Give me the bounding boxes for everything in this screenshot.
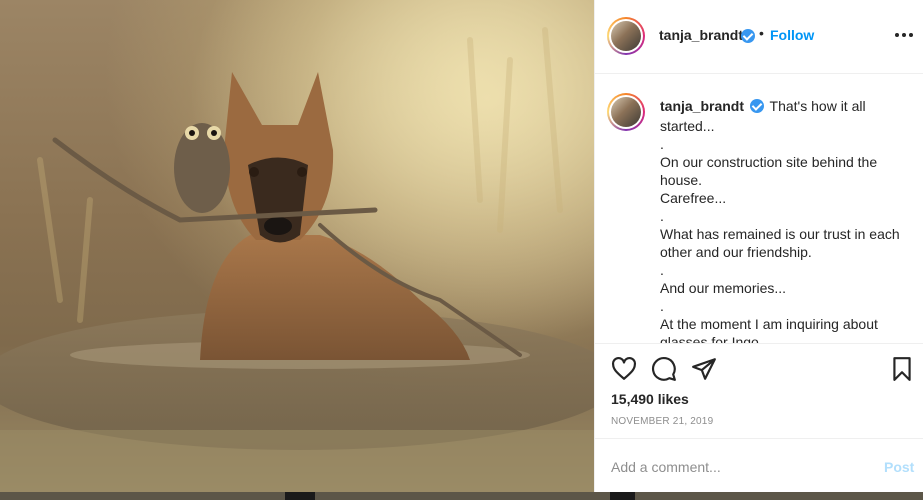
post-actions: 15,490 likes NOVEMBER 21, 2019 bbox=[595, 343, 923, 438]
caption-line: . bbox=[660, 136, 664, 152]
post-date: NOVEMBER 21, 2019 bbox=[611, 416, 714, 427]
caption-area[interactable]: tanja_brandt That's how it all started..… bbox=[595, 75, 923, 343]
caption-line: At the moment I am inquiring about glass… bbox=[660, 316, 878, 343]
comment-input[interactable] bbox=[611, 457, 871, 477]
caption-line: . bbox=[660, 262, 664, 278]
heart-icon[interactable] bbox=[611, 356, 637, 382]
follow-button[interactable]: Follow bbox=[770, 27, 814, 43]
more-options-icon[interactable] bbox=[895, 32, 913, 38]
post-comment-button[interactable]: Post bbox=[884, 459, 914, 475]
post-photo[interactable] bbox=[0, 0, 594, 492]
caption-line: . bbox=[660, 298, 664, 314]
author-username[interactable]: tanja_brandt bbox=[659, 27, 743, 43]
comment-box: Post bbox=[595, 438, 923, 492]
likes-count[interactable]: 15,490 likes bbox=[611, 391, 689, 407]
caption-line: Carefree... bbox=[660, 190, 727, 206]
verified-badge-icon bbox=[741, 29, 755, 43]
bookmark-icon[interactable] bbox=[889, 356, 915, 382]
thumbnail-preview[interactable] bbox=[635, 492, 923, 500]
photo-illustration bbox=[0, 0, 594, 492]
caption-text: tanja_brandt That's how it all started..… bbox=[660, 97, 905, 343]
post-sidebar: tanja_brandt • Follow tanja_brandt That'… bbox=[594, 0, 923, 492]
caption-line: On our construction site behind the hous… bbox=[660, 154, 878, 188]
share-icon[interactable] bbox=[691, 356, 717, 382]
thumbnail-preview[interactable] bbox=[315, 492, 610, 500]
caption-line: What has remained is our trust in each o… bbox=[660, 226, 900, 260]
comment-icon[interactable] bbox=[651, 356, 677, 382]
thumbnail-preview[interactable] bbox=[0, 492, 285, 500]
separator-dot: • bbox=[759, 25, 764, 41]
next-posts-strip bbox=[0, 492, 923, 500]
caption-author-avatar[interactable] bbox=[607, 93, 645, 131]
author-avatar[interactable] bbox=[607, 17, 645, 55]
caption-verified-icon bbox=[749, 99, 764, 113]
caption-line: . bbox=[660, 208, 664, 224]
caption-line: And our memories... bbox=[660, 280, 787, 296]
caption-username[interactable]: tanja_brandt bbox=[660, 98, 744, 114]
post-header: tanja_brandt • Follow bbox=[595, 2, 923, 74]
